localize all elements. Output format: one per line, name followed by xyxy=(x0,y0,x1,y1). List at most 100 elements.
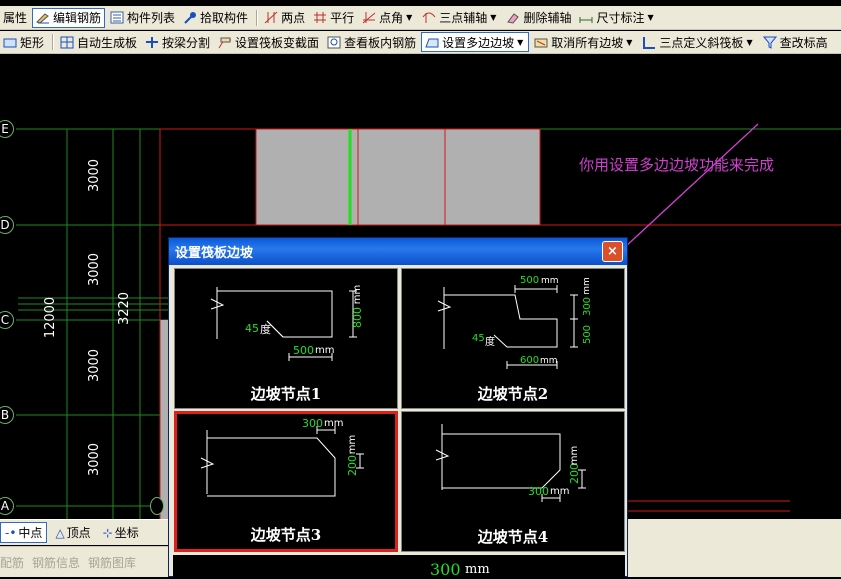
h2-value: 500 xyxy=(582,324,594,345)
height-unit: mm xyxy=(352,284,364,305)
close-button[interactable]: × xyxy=(602,241,623,262)
height-value: 800 xyxy=(351,307,364,328)
slope-node-4[interactable]: 300 mm 200 mm 边坡节点4 xyxy=(401,411,625,552)
edit-rebar-button[interactable]: 编辑钢筋 xyxy=(32,7,106,28)
mid-dim-label: 3220 xyxy=(117,291,133,326)
toolbar-row-2: 矩形 自动生成板 按梁分割 设置筏板变截面 查看板内钢筋 设置多边边坡 ▼ 取消所… xyxy=(0,31,841,54)
check-elevation-button[interactable]: 查改标高 xyxy=(760,32,831,52)
top-unit: mm xyxy=(541,276,559,286)
width-value: 300 xyxy=(528,485,549,498)
preview-value: 300 xyxy=(430,560,461,579)
chevron-down-icon[interactable]: ▼ xyxy=(746,38,752,47)
rebar-tab[interactable]: 配筋 xyxy=(0,554,24,571)
separator xyxy=(52,34,55,50)
preview-unit: mm xyxy=(465,562,490,577)
list-icon xyxy=(110,11,124,24)
three-point-slope-icon xyxy=(642,36,656,49)
three-point-aux-button[interactable]: 三点辅轴 ▼ xyxy=(419,8,501,28)
auto-gen-slab-button[interactable]: 自动生成板 xyxy=(57,32,140,52)
node-caption: 边坡节点4 xyxy=(477,528,549,546)
vertex-button[interactable]: △ 顶点 xyxy=(51,523,94,542)
dim-label: 3000 xyxy=(87,158,103,193)
point-angle-icon xyxy=(362,11,376,24)
preview-strip: 300 mm xyxy=(173,555,625,579)
width-unit: mm xyxy=(324,418,344,429)
dim-label: 3000 xyxy=(87,252,103,287)
three-point-slope-button[interactable]: 三点定义斜筏板 ▼ xyxy=(639,32,757,52)
set-raft-section-button[interactable]: 设置筏板变截面 xyxy=(215,32,322,52)
parallel-button[interactable]: 平行 xyxy=(310,8,357,28)
funnel-icon xyxy=(762,36,777,49)
point-angle-button[interactable]: 点角 ▼ xyxy=(359,8,417,28)
view-slab-rebar-button[interactable]: 查看板内钢筋 xyxy=(324,32,419,52)
rebar-info-tab[interactable]: 钢筋信息 xyxy=(32,554,80,571)
view-icon xyxy=(327,36,341,49)
chevron-down-icon[interactable]: ▼ xyxy=(406,13,412,22)
parallel-icon xyxy=(313,11,327,24)
height-unit: mm xyxy=(347,434,359,455)
height-unit: mm xyxy=(569,445,581,466)
slope-dialog: 设置筏板边坡 × 45 度 500 mm 800 mm 边坡节点1 500 mm… xyxy=(168,237,628,577)
dimension-button[interactable]: 尺寸标注 ▼ xyxy=(576,8,658,28)
three-point-icon xyxy=(422,11,436,24)
rect-icon xyxy=(3,36,17,49)
cancel-slope-icon xyxy=(534,36,548,49)
h1-value: 300 xyxy=(582,296,594,317)
dimension-icon xyxy=(579,11,593,24)
pick-component-button[interactable]: 拾取构件 xyxy=(180,8,251,28)
dim-label: 3000 xyxy=(87,442,103,477)
slope-node-3[interactable]: 300 mm 200 mm 边坡节点3 xyxy=(174,411,398,552)
chevron-down-icon[interactable]: ▼ xyxy=(626,38,632,47)
midpoint-icon: -• xyxy=(5,525,17,540)
bottom-unit: mm xyxy=(540,356,558,366)
top-value: 500 xyxy=(520,275,540,286)
coord-button[interactable]: ⊹ 坐标 xyxy=(99,523,143,542)
two-points-button[interactable]: 两点 xyxy=(261,8,308,28)
width-unit: mm xyxy=(550,486,570,497)
height-value: 200 xyxy=(568,463,581,484)
slope-icon xyxy=(425,36,439,49)
set-multi-slope-button[interactable]: 设置多边边坡 ▼ xyxy=(421,32,530,52)
snap-toolbar: -• 中点 △ 顶点 ⊹ 坐标 xyxy=(0,519,168,545)
angle-unit: 度 xyxy=(260,323,271,336)
node-caption: 边坡节点3 xyxy=(250,526,322,544)
midpoint-button[interactable]: -• 中点 xyxy=(0,522,48,543)
slope-node-2[interactable]: 500 mm 45 度 600 mm 300 500 mm 边坡节点2 xyxy=(401,268,625,409)
rect-button[interactable]: 矩形 xyxy=(0,32,47,52)
width-value: 300 xyxy=(302,417,323,430)
grid-icon xyxy=(60,36,74,49)
node-caption: 边坡节点1 xyxy=(250,385,322,403)
component-list-button[interactable]: 构件列表 xyxy=(107,8,178,28)
h-unit: mm xyxy=(581,277,592,295)
delete-aux-button[interactable]: 删除辅轴 xyxy=(503,8,574,28)
width-unit: mm xyxy=(315,345,335,356)
eraser-icon xyxy=(506,11,520,24)
coord-icon: ⊹ xyxy=(102,525,113,540)
rebar-lib-tab[interactable]: 钢筋图库 xyxy=(88,554,136,571)
node-caption: 边坡节点2 xyxy=(477,385,549,403)
chevron-down-icon[interactable]: ▼ xyxy=(490,13,496,22)
vertex-icon: △ xyxy=(55,525,65,540)
axis-marker xyxy=(150,497,164,515)
bottom-value: 600 xyxy=(520,355,540,366)
annotation-text: 你用设置多边边坡功能来完成 xyxy=(579,156,775,174)
pencil-icon xyxy=(36,11,50,24)
slope-node-1[interactable]: 45 度 500 mm 800 mm 边坡节点1 xyxy=(174,268,398,409)
two-points-icon xyxy=(264,11,278,24)
chevron-down-icon[interactable]: ▼ xyxy=(517,38,523,47)
angle-value: 45 xyxy=(472,333,485,344)
section-icon xyxy=(218,36,232,49)
angle-value: 45 xyxy=(245,322,259,335)
toolbar-row-1: 属性 编辑钢筋 构件列表 拾取构件 两点 平行 点角 ▼ 三点辅轴 ▼ 删除辅轴 尺… xyxy=(0,6,841,30)
right-panel xyxy=(628,519,841,577)
cancel-all-slopes-button[interactable]: 取消所有边坡 ▼ xyxy=(531,32,637,52)
chevron-down-icon[interactable]: ▼ xyxy=(647,13,653,22)
width-value: 500 xyxy=(293,344,314,357)
dim-label: 3000 xyxy=(87,348,103,383)
total-dim-label: 12000 xyxy=(43,296,59,339)
separator xyxy=(256,9,259,26)
angle-unit: 度 xyxy=(485,337,495,348)
attr-button[interactable]: 属性 xyxy=(0,8,30,28)
dropper-icon xyxy=(183,11,197,24)
split-by-beam-button[interactable]: 按梁分割 xyxy=(142,32,213,52)
